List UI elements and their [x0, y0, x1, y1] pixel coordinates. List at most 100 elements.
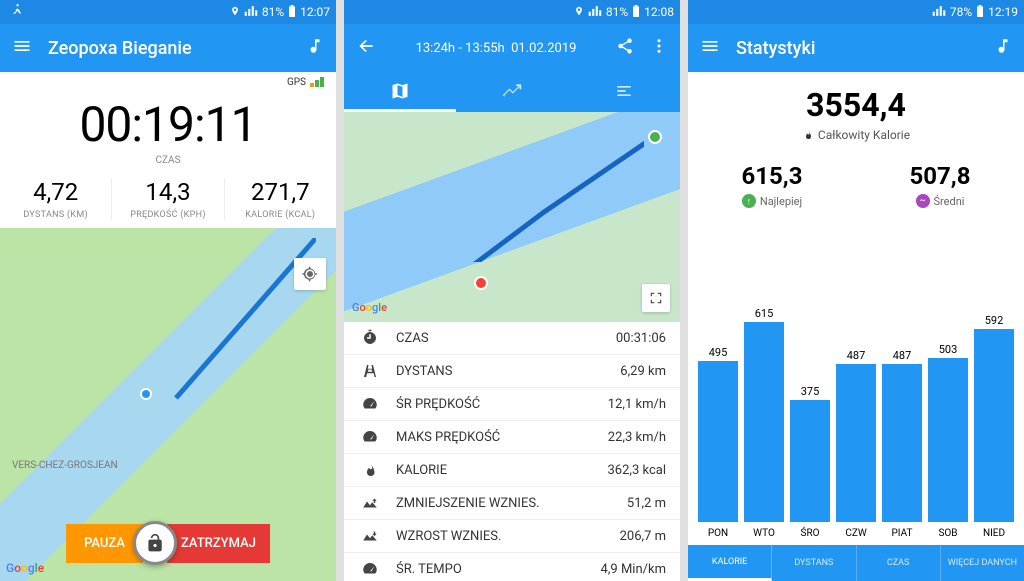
detail-row: WZROST WZNIES.206,7 m [344, 520, 680, 553]
back-icon[interactable] [356, 36, 376, 60]
bar-label: PIAT [892, 528, 913, 539]
detail-label: MAKS PRĘDKOŚĆ [396, 430, 608, 445]
time-range: 13:24h - 13:55h [416, 41, 505, 56]
bar-column: 592NIED [974, 314, 1014, 539]
bar-column: 487 CZW [836, 349, 876, 539]
gauge-icon [358, 560, 382, 578]
detail-value: 22,3 km/h [608, 430, 666, 445]
flame-icon [358, 461, 382, 479]
bar-value: 495 [709, 346, 728, 359]
stats-tab-czas[interactable]: CZAS [857, 545, 941, 581]
app-bar: Statystyki [688, 24, 1024, 72]
bar-label: PON [708, 528, 728, 539]
tab-chart[interactable] [456, 72, 568, 112]
more-icon[interactable] [650, 37, 668, 59]
battery-icon [976, 5, 984, 20]
status-bar: 78% 12:19 [688, 0, 1024, 24]
end-marker [474, 276, 488, 290]
date: 01.02.2019 [511, 41, 576, 56]
current-position-dot [140, 388, 152, 400]
stats-body: 3554,4 Całkowity Kalorie 615,3 ↑Najlepie… [688, 72, 1024, 581]
total-value: 3554,4 [688, 86, 1024, 124]
bar-value: 615 [755, 307, 774, 320]
activity-header: 13:24h - 13:55h 01.02.2019 [392, 41, 600, 56]
bar-label: WTO [753, 528, 775, 539]
detail-row: ZMNIEJSZENIE WZNIES.51,2 m [344, 487, 680, 520]
music-icon[interactable] [994, 37, 1012, 59]
detail-value: 00:31:06 [616, 331, 666, 346]
bar-label: CZW [845, 528, 866, 539]
best-label: ↑Najlepiej [688, 194, 856, 208]
pause-button[interactable]: PAUZA [66, 524, 143, 563]
map-view[interactable]: VERS-CHEZ-GROSJEAN Google PAUZA ZATRZYMA… [0, 228, 336, 581]
stats-tabs: KALORIEDYSTANSCZASWIĘCEJ DANYCH [688, 545, 1024, 581]
route-map[interactable]: Google [344, 112, 680, 322]
detail-value: 51,2 m [627, 496, 666, 511]
bar-value: 503 [939, 343, 958, 356]
gps-label: GPS [287, 77, 306, 88]
battery-percent: 78% [950, 5, 972, 19]
bar-column: 487PIAT [882, 349, 922, 539]
detail-value: 206,7 m [620, 529, 666, 544]
mountain-up-icon [358, 527, 382, 545]
metric-label: KALORIE (KCAL) [225, 210, 336, 220]
locate-button[interactable] [294, 258, 326, 290]
stop-button[interactable]: ZATRZYMAJ [167, 524, 270, 563]
control-buttons: PAUZA ZATRZYMAJ [66, 521, 270, 565]
avg-label: ~Średni [856, 194, 1024, 208]
app-title: Statystyki [736, 38, 978, 59]
status-time: 12:19 [988, 5, 1018, 19]
bar-value: 487 [847, 349, 866, 362]
menu-icon[interactable] [700, 36, 720, 60]
stats-tab-więcej danych[interactable]: WIĘCEJ DANYCH [941, 545, 1024, 581]
battery-percent: 81% [262, 5, 284, 19]
bar [744, 322, 784, 522]
signal-icon [588, 5, 602, 19]
screen-activity-detail: 81% 12:08 13:24h - 13:55h 01.02.2019 Goo… [344, 0, 680, 581]
lock-button[interactable] [133, 521, 177, 565]
total-stat: 3554,4 Całkowity Kalorie [688, 86, 1024, 142]
fullscreen-button[interactable] [642, 284, 670, 312]
stat-pair: 615,3 ↑Najlepiej 507,8 ~Średni [688, 162, 1024, 208]
status-time: 12:08 [644, 5, 674, 19]
metric-value: 14,3 [112, 178, 223, 206]
bar-column: 503SOB [928, 343, 968, 539]
status-bar: 81% 12:08 [344, 0, 680, 24]
google-logo: Google [6, 561, 44, 575]
avg-value: 507,8 [856, 162, 1024, 190]
bar [974, 329, 1014, 522]
detail-label: ZMNIEJSZENIE WZNIES. [396, 496, 627, 511]
stats-tab-dystans[interactable]: DYSTANS [772, 545, 856, 581]
gauge-icon [358, 428, 382, 446]
tab-map[interactable] [344, 72, 456, 112]
app-title: Zeopoxa Bieganie [48, 38, 290, 59]
share-icon[interactable] [616, 37, 634, 59]
tab-list[interactable] [568, 72, 680, 112]
screen-tracking: 81% 12:07 Zeopoxa Bieganie GPS 00:19:11 … [0, 0, 336, 581]
running-icon [10, 4, 24, 21]
metric-label: PRĘDKOŚĆ (KPH) [112, 210, 223, 220]
status-time: 12:07 [300, 5, 330, 19]
mountain-down-icon [358, 494, 382, 512]
bar [836, 364, 876, 522]
location-icon [230, 5, 240, 19]
detail-list[interactable]: CZAS00:31:06DYSTANS6,29 kmŚR PRĘDKOŚĆ12,… [344, 322, 680, 581]
best-stat: 615,3 ↑Najlepiej [688, 162, 856, 208]
bar-value: 592 [985, 314, 1004, 327]
metrics-row: 4,72 DYSTANS (KM) 14,3 PRĘDKOŚĆ (KPH) 27… [0, 166, 336, 228]
gps-indicator: GPS [0, 72, 336, 92]
bar [790, 400, 830, 522]
metric-value: 271,7 [225, 178, 336, 206]
tab-bar [344, 72, 680, 112]
detail-value: 362,3 kcal [607, 463, 666, 478]
map-place-label: VERS-CHEZ-GROSJEAN [12, 460, 118, 471]
music-icon[interactable] [306, 37, 324, 59]
total-label: Całkowity Kalorie [688, 128, 1024, 142]
menu-icon[interactable] [12, 36, 32, 60]
best-value: 615,3 [688, 162, 856, 190]
stats-tab-kalorie[interactable]: KALORIE [688, 545, 772, 581]
timer-display: 00:19:11 [0, 92, 336, 153]
status-bar: 81% 12:07 [0, 0, 336, 24]
detail-label: ŚR PRĘDKOŚĆ [396, 397, 608, 412]
app-bar: 13:24h - 13:55h 01.02.2019 [344, 24, 680, 72]
